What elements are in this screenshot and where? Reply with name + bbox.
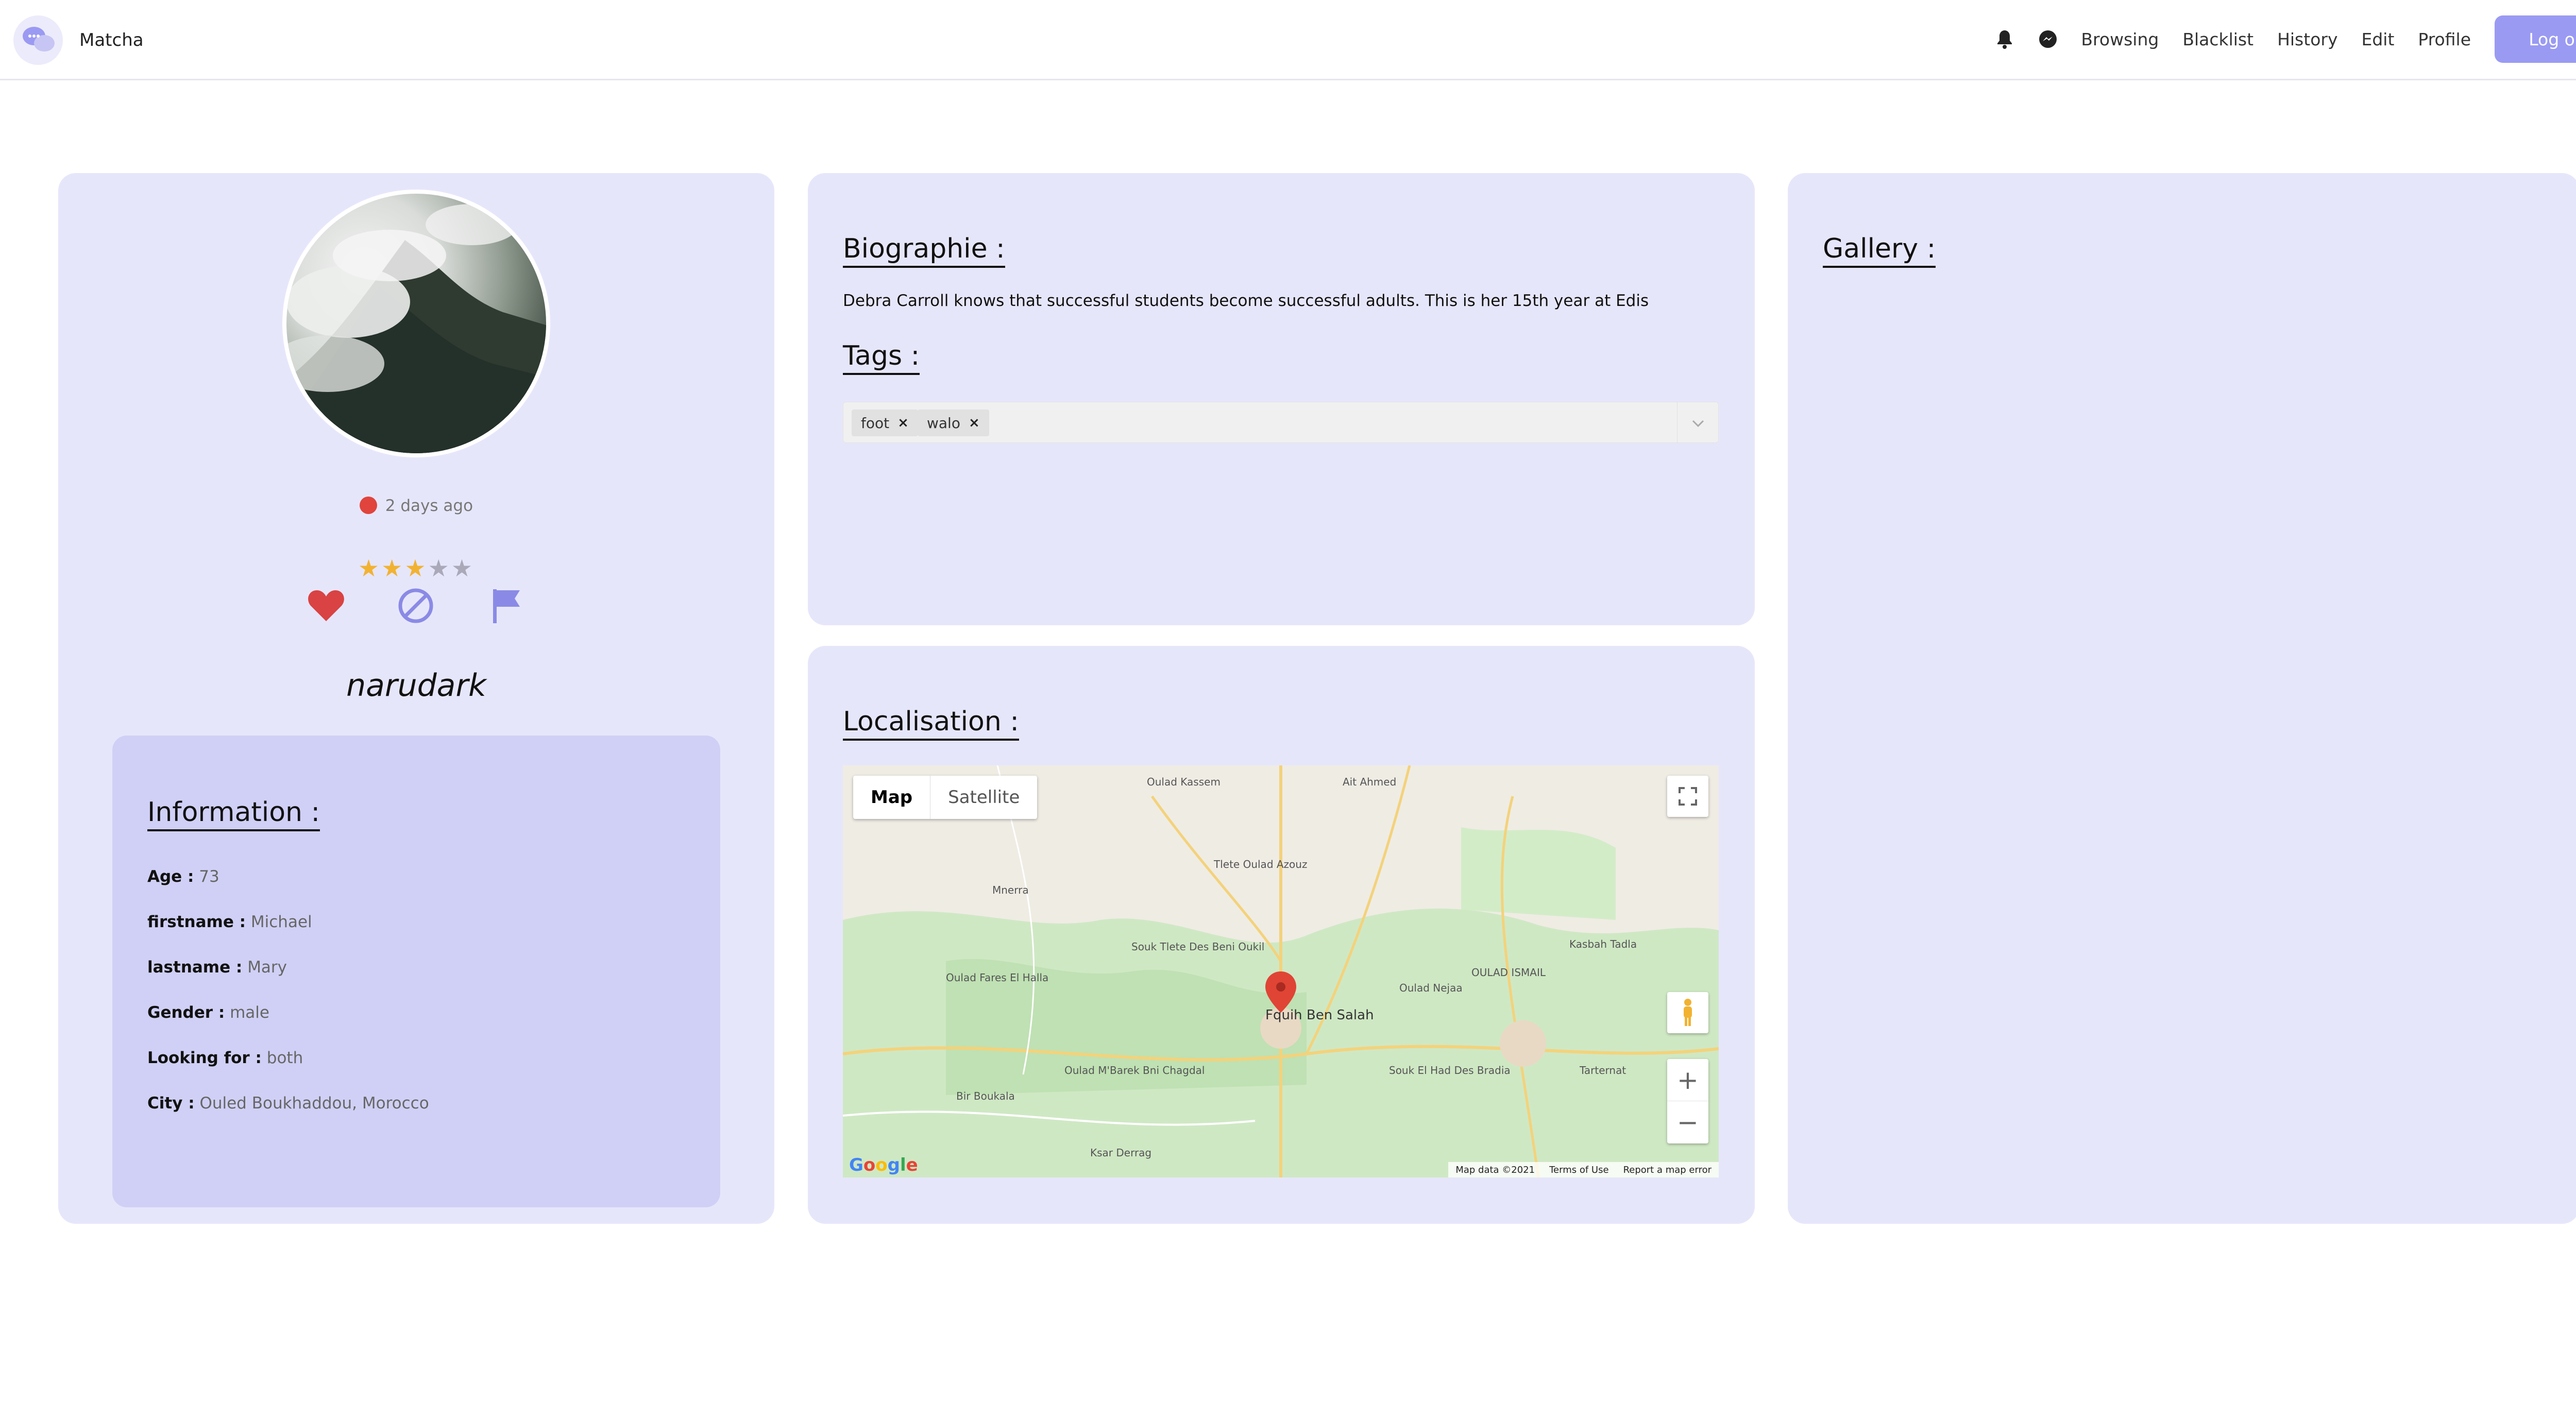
nav-link-browsing[interactable]: Browsing: [2081, 29, 2159, 49]
map-place-label: Tlete Oulad Azouz: [1214, 858, 1308, 870]
star-icon: ★: [428, 554, 451, 582]
map-tab[interactable]: Map: [853, 776, 931, 819]
map-place-label: Tarternat: [1580, 1064, 1626, 1077]
map-place-label: Bir Boukala: [956, 1090, 1015, 1102]
last-seen-text: 2 days ago: [385, 497, 473, 515]
map-type-control: Map Satellite: [853, 776, 1038, 819]
info-firstname: firstname : Michael: [147, 913, 312, 931]
tag-chip: foot ×: [852, 409, 918, 436]
nav-link-blacklist[interactable]: Blacklist: [2182, 29, 2253, 49]
biography-card: Biographie : Debra Carroll knows that su…: [808, 173, 1755, 625]
tags-title: Tags :: [843, 340, 920, 375]
tag-label: walo: [927, 414, 960, 432]
map-place-label: Kasbah Tadla: [1569, 938, 1637, 950]
username: narudark: [346, 668, 486, 704]
like-heart-icon[interactable]: [306, 585, 347, 626]
map-attribution: Map data ©2021 Terms of Use Report a map…: [1448, 1162, 1719, 1177]
report-map-error-link[interactable]: Report a map error: [1616, 1165, 1719, 1175]
star-icon: ★: [381, 554, 405, 582]
street-view-pegman-icon[interactable]: [1667, 992, 1708, 1033]
navbar: Matcha Browsing Blacklist History Edit P…: [0, 0, 2576, 80]
info-city: City : Ouled Boukhaddou, Morocco: [147, 1094, 429, 1113]
map-place-label: Oulad Fares El Halla: [946, 971, 1049, 984]
messenger-icon[interactable]: [2038, 29, 2058, 49]
location-title: Localisation :: [843, 706, 1019, 741]
info-age: Age : 73: [147, 867, 219, 886]
info-lastname: lastname : Mary: [147, 958, 287, 977]
matcha-logo-icon: [13, 15, 63, 65]
remove-tag-icon[interactable]: ×: [969, 415, 980, 431]
profile-card: 2 days ago ★★★★★ narudark Information : …: [58, 173, 774, 1224]
star-icon: ★: [451, 554, 475, 582]
google-logo: Google: [849, 1155, 918, 1175]
nav-link-edit[interactable]: Edit: [2361, 29, 2394, 49]
terms-of-use-link[interactable]: Terms of Use: [1542, 1165, 1616, 1175]
satellite-tab[interactable]: Satellite: [930, 776, 1037, 819]
info-gender: Gender : male: [147, 1003, 269, 1022]
tag-label: foot: [861, 414, 890, 432]
map-place-label: Ksar Derrag: [1090, 1147, 1152, 1159]
map-place-label: Souk Tlete Des Beni Oukil: [1131, 941, 1265, 953]
star-icon: ★: [358, 554, 382, 582]
map-data-text: Map data ©2021: [1455, 1164, 1535, 1175]
map-place-label: Mnerra: [992, 884, 1029, 896]
tag-chip: walo ×: [918, 409, 989, 436]
map-town-label: Fquih Ben Salah: [1265, 1007, 1374, 1023]
block-icon[interactable]: [395, 585, 436, 626]
logout-button[interactable]: Log out: [2495, 15, 2576, 63]
gallery-title: Gallery :: [1823, 233, 1936, 268]
brand[interactable]: Matcha: [13, 13, 144, 67]
map-place-label: Ait Ahmed: [1343, 776, 1397, 788]
report-flag-icon[interactable]: [486, 585, 527, 626]
biography-text: Debra Carroll knows that successful stud…: [843, 292, 1649, 310]
zoom-in-icon[interactable]: +: [1667, 1059, 1708, 1101]
bell-icon[interactable]: [1994, 29, 2015, 49]
zoom-control: + −: [1667, 1059, 1708, 1143]
map-place-label: Oulad Kassem: [1147, 776, 1221, 788]
remove-tag-icon[interactable]: ×: [897, 415, 909, 431]
star-icon: ★: [404, 554, 428, 582]
zoom-out-icon[interactable]: −: [1667, 1101, 1708, 1143]
map-place-label: Oulad Nejaa: [1399, 982, 1463, 994]
info-looking-for: Looking for : both: [147, 1049, 303, 1067]
rating-stars: ★★★★★: [58, 554, 774, 582]
biography-title: Biographie :: [843, 233, 1005, 268]
fullscreen-icon[interactable]: [1667, 776, 1708, 817]
last-seen-status: 2 days ago: [58, 497, 774, 515]
map-place-label: OULAD ISMAIL: [1471, 966, 1546, 979]
map-place-label: Souk El Had Des Bradia: [1389, 1064, 1511, 1077]
offline-dot-icon: [359, 497, 377, 514]
nav-link-profile[interactable]: Profile: [2418, 29, 2471, 49]
location-map[interactable]: Oulad Kassem Ait Ahmed Tlete Oulad Azouz…: [843, 765, 1719, 1177]
profile-actions: [306, 585, 527, 631]
map-place-label: Oulad M'Barek Bni Chagdal: [1064, 1064, 1205, 1077]
nav-right: Browsing Blacklist History Edit Profile …: [1994, 15, 2576, 63]
location-card: Localisation : Oulad Kassem Ait Ahmed Tl…: [808, 646, 1755, 1224]
information-box: Information : Age : 73 firstname : Micha…: [112, 736, 720, 1207]
gallery-card: Gallery :: [1788, 173, 2576, 1224]
avatar: [282, 190, 550, 457]
nav-link-history[interactable]: History: [2277, 29, 2337, 49]
brand-name: Matcha: [79, 30, 144, 50]
tags-select[interactable]: foot × walo ×: [843, 402, 1719, 443]
information-title: Information :: [147, 797, 320, 831]
dropdown-caret-icon[interactable]: [1677, 402, 1718, 443]
